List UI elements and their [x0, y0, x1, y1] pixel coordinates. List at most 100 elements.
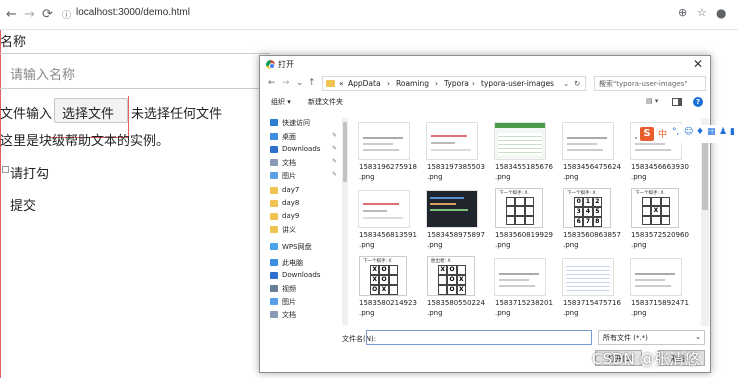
sidebar-item[interactable]: day9 — [270, 212, 342, 223]
board-cell: 6 — [574, 217, 584, 227]
filetype-select[interactable]: 所有文件 (*.*) ⌄ — [598, 330, 705, 345]
thumbnail — [562, 122, 614, 160]
thumbnail: 胜出者: XXOOXOX — [427, 256, 475, 296]
file-extension: .png — [631, 241, 647, 249]
chevron-down-icon[interactable]: ⌄ — [296, 78, 304, 88]
help-icon[interactable]: ? — [693, 97, 703, 107]
sidebar-item[interactable]: 此电脑 — [270, 258, 342, 269]
name-input[interactable]: 请输入名称 — [0, 53, 270, 89]
sidebar-item[interactable]: day7 — [270, 186, 342, 197]
chevron-down-icon[interactable]: ⌄ — [563, 79, 569, 88]
sidebar-item[interactable]: 文档 ✎ — [270, 158, 342, 169]
thumbnail — [494, 122, 546, 160]
breadcrumb-more[interactable]: « — [339, 79, 344, 88]
document-icon — [270, 159, 278, 166]
file-name: 1583455185676 .png — [495, 162, 553, 182]
sidebar-item[interactable]: 图片 ✎ — [270, 171, 342, 182]
zoom-icon[interactable]: ⊕ — [678, 6, 687, 19]
file-item[interactable]: 1583715238201 .png — [490, 254, 556, 326]
close-icon[interactable]: ✕ — [693, 57, 703, 71]
preview-pane-icon[interactable] — [672, 98, 682, 106]
chinese-mode-icon[interactable]: 中 — [658, 127, 667, 140]
arrow-left-icon[interactable]: ← — [6, 7, 17, 22]
file-extension: .png — [427, 309, 443, 317]
file-item[interactable]: 1583456475624 .png — [558, 118, 624, 190]
view-icon[interactable]: ▤ ▾ — [646, 97, 658, 105]
agree-checkbox[interactable] — [2, 166, 9, 173]
sidebar-item[interactable]: 讲义 — [270, 225, 342, 236]
file-name: 1583456813591 .png — [359, 230, 417, 250]
search-icon[interactable]: ⌕ — [599, 78, 702, 88]
file-grid-scrollbar[interactable] — [701, 118, 709, 326]
sidebar-item-label: Downloads — [282, 271, 321, 279]
sidebar-item[interactable]: 图片 — [270, 297, 342, 308]
file-item[interactable]: 1583196275918 .png — [354, 118, 420, 190]
sidebar-item[interactable]: 视频 — [270, 284, 342, 295]
sidebar-item-label: 视频 — [282, 285, 296, 293]
forward-icon[interactable]: → — [282, 78, 290, 88]
star-icon[interactable]: ☆ — [697, 6, 707, 19]
download-icon — [270, 146, 278, 153]
thumbnail — [426, 190, 478, 228]
filetype-value: 所有文件 (*.*) — [603, 334, 648, 342]
sidebar-item[interactable]: Downloads — [270, 271, 342, 282]
sidebar-item[interactable]: day8 — [270, 199, 342, 210]
breadcrumb-typora-user-images[interactable]: typora-user-images — [481, 79, 554, 88]
file-item[interactable]: 1583197385503 .png — [422, 118, 488, 190]
board-cell: X — [456, 275, 466, 285]
file-item[interactable]: 胜出者: X X O O X O X 1583580550224 .png — [422, 254, 488, 326]
sidebar-item[interactable]: Downloads ✎ — [270, 145, 342, 156]
file-extension: .png — [427, 241, 443, 249]
screen: ← → ⟳ ⓘ localhost:3000/demo.html ⊕ ☆ ● 名… — [0, 0, 738, 378]
up-icon[interactable]: ↑ — [308, 78, 316, 88]
file-item[interactable]: 1583456813591 .png — [354, 186, 420, 258]
emoji-icon[interactable]: ☺ — [684, 127, 693, 137]
file-item[interactable]: 1583715475716 .png — [558, 254, 624, 326]
user-icon[interactable]: ♟ — [719, 127, 727, 137]
file-item[interactable]: 1583715892471 .png — [626, 254, 692, 326]
breadcrumb-sep: › — [387, 79, 390, 88]
board-cell — [642, 216, 652, 225]
file-name-line: 1583580550224 — [427, 299, 485, 307]
back-icon[interactable]: ← — [268, 78, 276, 88]
sidebar-item[interactable]: WPS网盘 — [270, 242, 342, 253]
breadcrumb-typora[interactable]: Typora — [444, 79, 469, 88]
sidebar-item[interactable]: 快速访问 — [270, 118, 342, 129]
breadcrumb-appdata[interactable]: AppData — [348, 79, 381, 88]
submit-button[interactable]: 提交 — [10, 195, 36, 214]
file-item[interactable]: 下一个棋手: X X O X O O X 1583580214923 .png — [354, 254, 420, 326]
address-bar[interactable]: ⓘ localhost:3000/demo.html — [58, 5, 656, 25]
folder-icon — [270, 213, 278, 220]
sidebar-item[interactable]: 桌面 ✎ — [270, 132, 342, 143]
thumbnail — [358, 190, 410, 228]
search-input[interactable]: 搜索"typora-user-images" ⌕ — [594, 76, 706, 91]
reload-icon[interactable]: ⟳ — [42, 7, 53, 22]
arrow-right-icon[interactable]: → — [24, 7, 35, 22]
file-item[interactable]: 1583455185676 .png — [490, 118, 556, 190]
file-item[interactable]: 下一个棋手: X 0 1 2 3 4 5 6 7 8 1583560863857 .png — [558, 186, 624, 258]
skin-icon[interactable]: ▮ — [730, 127, 735, 137]
microphone-icon[interactable]: ♦ — [696, 127, 704, 137]
breadcrumb-roaming[interactable]: Roaming — [396, 79, 429, 88]
cloud-icon — [270, 243, 278, 250]
sidebar-item[interactable]: 文档 — [270, 310, 342, 321]
new-folder-button[interactable]: 新建文件夹 — [308, 97, 343, 107]
help-text: 这里是块级帮助文本的实例。 — [0, 134, 170, 149]
keyboard-icon[interactable]: ▦ — [707, 127, 716, 137]
url-text: localhost:3000/demo.html — [76, 7, 190, 18]
account-icon[interactable]: ● — [716, 6, 726, 20]
info-icon[interactable]: ⓘ — [62, 8, 71, 21]
navigation-pane: 快速访问桌面 ✎ Downloads ✎ 文档 ✎ 图片 ✎ day7 day8 day9 讲义 WPS… — [270, 118, 342, 326]
sogou-logo-icon[interactable]: S — [640, 127, 654, 141]
navigation-scrollbar[interactable] — [342, 118, 348, 325]
path-bar[interactable]: « AppData › Roaming › Typora › typora-us… — [322, 76, 586, 91]
refresh-icon[interactable]: ↻ — [574, 79, 580, 88]
file-item[interactable]: 下一个棋手: X X 1583572520960 .png — [626, 186, 692, 258]
board-cell — [506, 215, 516, 225]
file-name-line: 1583560819929 — [495, 231, 553, 239]
organize-menu[interactable]: 组织 ▾ — [271, 97, 291, 107]
file-item[interactable]: 下一个棋手: X 1583560819929 .png — [490, 186, 556, 258]
file-item[interactable]: 1583458975897 .png — [422, 186, 488, 258]
filename-input[interactable] — [366, 330, 592, 345]
punctuation-icon[interactable]: °, — [672, 127, 679, 137]
